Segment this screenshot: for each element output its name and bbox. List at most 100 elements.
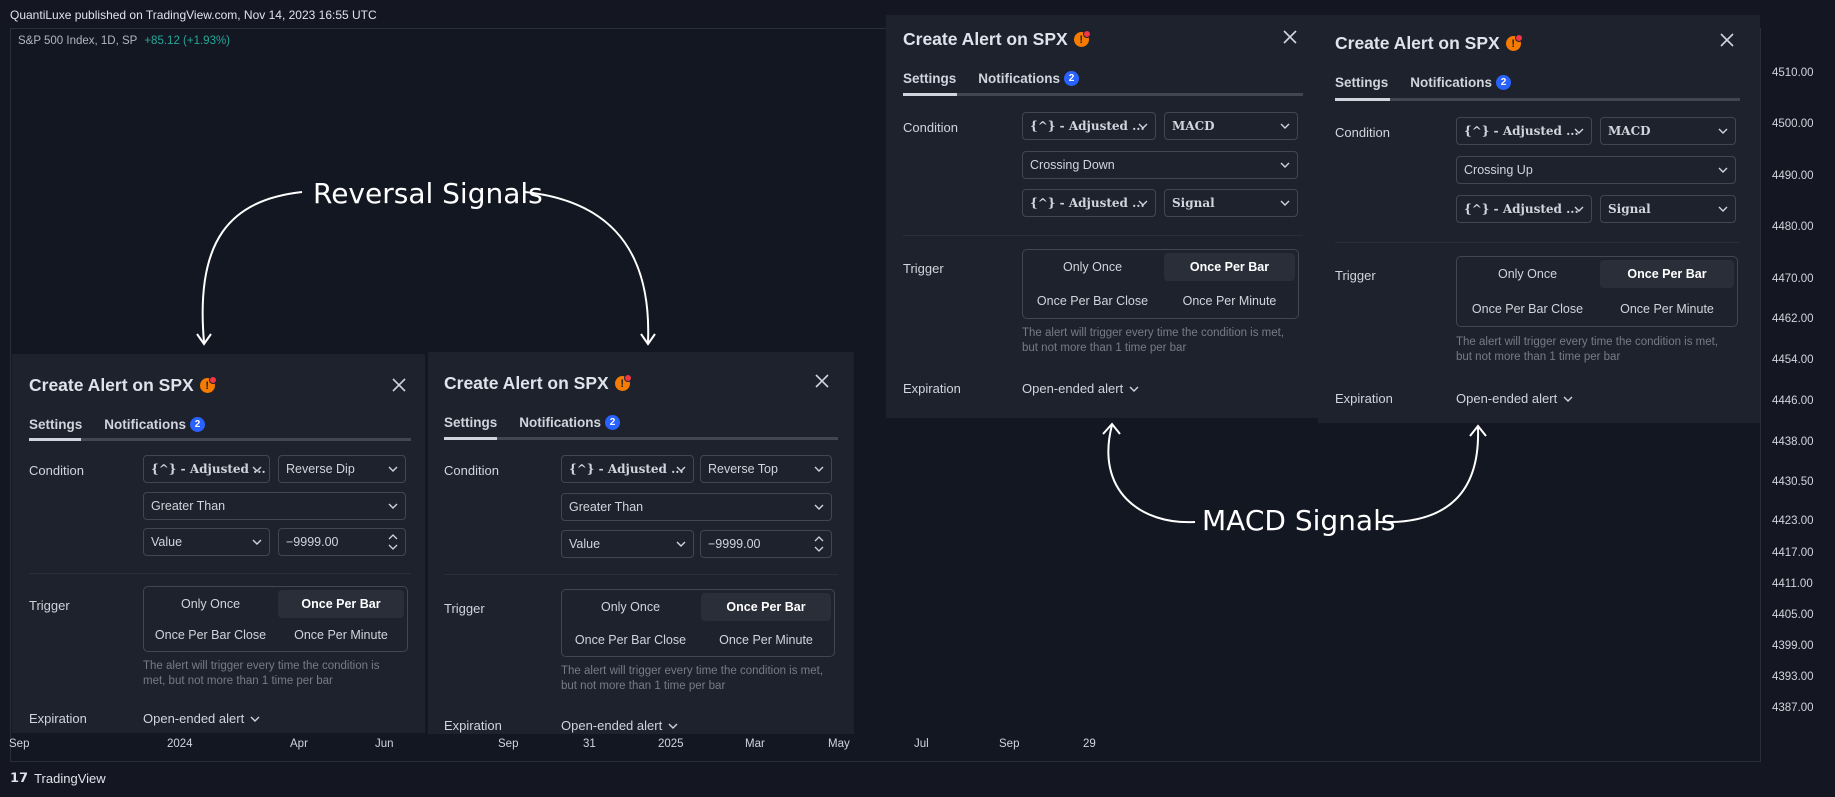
trigger-once-per-bar[interactable]: Once Per Bar bbox=[1164, 253, 1295, 281]
indicator-select[interactable]: MACD bbox=[1164, 112, 1298, 140]
trigger-once-per-minute[interactable]: Once Per Minute bbox=[1164, 287, 1295, 315]
trigger-once-per-bar[interactable]: Once Per Bar bbox=[278, 590, 404, 618]
chevron-down-icon bbox=[388, 466, 398, 472]
trigger-options: Only Once Once Per Bar Once Per Bar Clos… bbox=[1456, 256, 1738, 327]
trigger-options: Only Once Once Per Bar Once Per Bar Clos… bbox=[143, 586, 408, 652]
operator-select[interactable]: Greater Than bbox=[561, 493, 832, 521]
source2-select[interactable]: {^} - Adjusted ... bbox=[1022, 189, 1156, 217]
macd-signals-label: MACD Signals bbox=[1202, 504, 1396, 537]
value-type-select[interactable]: Value bbox=[561, 530, 694, 558]
trigger-only-once[interactable]: Only Once bbox=[565, 593, 696, 621]
expiration-select[interactable]: Open-ended alert bbox=[1456, 391, 1573, 406]
operator-select[interactable]: Greater Than bbox=[143, 492, 406, 520]
condition-label: Condition bbox=[444, 463, 499, 478]
expiration-label: Expiration bbox=[1335, 391, 1393, 406]
tab-notifications-label: Notifications bbox=[1410, 75, 1493, 90]
tab-notifications[interactable]: Notifications 2 bbox=[978, 71, 1080, 86]
chevron-down-icon bbox=[252, 539, 262, 545]
close-icon[interactable] bbox=[1281, 28, 1299, 46]
reversal-signals-label: Reversal Signals bbox=[313, 177, 543, 210]
tab-settings[interactable]: Settings bbox=[29, 417, 82, 432]
source2-select-value: {^} - Adjusted ... bbox=[1464, 202, 1579, 216]
source-select[interactable]: {^} - Adjusted ... bbox=[1022, 112, 1156, 140]
stepper-icon[interactable] bbox=[814, 535, 824, 553]
tab-notifications[interactable]: Notifications 2 bbox=[1410, 75, 1512, 90]
condition-label: Condition bbox=[1335, 125, 1390, 140]
operator-select-value: Greater Than bbox=[569, 500, 644, 514]
alert-dialog-macd-crossing-down[interactable]: Create Alert on SPX ! Settings Notificat… bbox=[886, 15, 1318, 418]
indicator-select-value: MACD bbox=[1172, 119, 1215, 133]
tab-notifications-label: Notifications bbox=[978, 71, 1061, 86]
trigger-only-once[interactable]: Only Once bbox=[147, 590, 274, 618]
operator-select[interactable]: Crossing Up bbox=[1456, 156, 1736, 184]
tab-settings[interactable]: Settings bbox=[903, 71, 956, 86]
value-input[interactable]: −9999.00 bbox=[700, 530, 832, 558]
operator-select[interactable]: Crossing Down bbox=[1022, 151, 1298, 179]
chevron-down-icon bbox=[1138, 200, 1148, 206]
source-select[interactable]: {^} - Adjusted ... bbox=[561, 455, 694, 483]
value-input-value: −9999.00 bbox=[708, 537, 761, 551]
indicator-select[interactable]: Reverse Top bbox=[700, 455, 832, 483]
indicator-select[interactable]: Reverse Dip bbox=[278, 455, 406, 483]
trigger-once-per-bar[interactable]: Once Per Bar bbox=[701, 593, 831, 621]
expiration-select[interactable]: Open-ended alert bbox=[1022, 381, 1139, 396]
indicator-select-value: Reverse Top bbox=[708, 462, 778, 476]
expiration-select[interactable]: Open-ended alert bbox=[561, 718, 678, 733]
trigger-once-per-bar-close[interactable]: Once Per Bar Close bbox=[565, 626, 696, 654]
trigger-label: Trigger bbox=[29, 598, 70, 613]
tab-underline bbox=[903, 93, 1303, 96]
close-icon[interactable] bbox=[390, 376, 408, 394]
indicator2-select[interactable]: Signal bbox=[1600, 195, 1736, 223]
source-select[interactable]: {^} - Adjusted ... bbox=[1456, 117, 1592, 145]
trigger-once-per-bar-close[interactable]: Once Per Bar Close bbox=[1026, 287, 1159, 315]
close-icon[interactable] bbox=[813, 372, 831, 390]
divider bbox=[903, 235, 1303, 236]
tab-notifications[interactable]: Notifications 2 bbox=[104, 417, 206, 432]
trigger-hint: The alert will trigger every time the co… bbox=[1456, 336, 1719, 363]
chevron-down-icon bbox=[1574, 128, 1584, 134]
alert-dialog-reverse-dip[interactable]: Create Alert on SPX ! Settings Notificat… bbox=[12, 354, 425, 733]
alert-dialog-macd-crossing-up[interactable]: Create Alert on SPX ! Settings Notificat… bbox=[1318, 15, 1760, 423]
notifications-badge: 2 bbox=[1496, 75, 1512, 90]
chevron-down-icon bbox=[1280, 162, 1290, 168]
chevron-down-icon bbox=[814, 504, 824, 510]
chevron-down-icon bbox=[1718, 167, 1728, 173]
tab-active-indicator bbox=[444, 437, 497, 440]
value-type-select[interactable]: Value bbox=[143, 528, 270, 556]
indicator2-select[interactable]: Signal bbox=[1164, 189, 1298, 217]
trigger-once-per-minute[interactable]: Once Per Minute bbox=[278, 621, 404, 649]
trigger-only-once[interactable]: Only Once bbox=[1026, 253, 1159, 281]
tab-notifications[interactable]: Notifications 2 bbox=[519, 415, 621, 430]
close-icon[interactable] bbox=[1718, 31, 1736, 49]
expiration-value: Open-ended alert bbox=[1456, 391, 1558, 406]
operator-select-value: Crossing Down bbox=[1030, 158, 1115, 172]
notifications-badge: 2 bbox=[1064, 71, 1080, 86]
trigger-once-per-bar-close[interactable]: Once Per Bar Close bbox=[1460, 295, 1595, 323]
dialog-title: Create Alert on SPX ! bbox=[444, 373, 632, 394]
source2-select[interactable]: {^} - Adjusted ... bbox=[1456, 195, 1592, 223]
tab-notifications-label: Notifications bbox=[519, 415, 602, 430]
chevron-down-icon bbox=[1129, 386, 1139, 392]
divider bbox=[1335, 242, 1740, 243]
trigger-once-per-minute[interactable]: Once Per Minute bbox=[1600, 295, 1734, 323]
stepper-icon[interactable] bbox=[388, 533, 398, 551]
chevron-down-icon bbox=[252, 466, 262, 472]
value-input[interactable]: −9999.00 bbox=[278, 528, 406, 556]
trigger-only-once[interactable]: Only Once bbox=[1460, 260, 1595, 288]
tab-settings[interactable]: Settings bbox=[1335, 75, 1388, 90]
expiration-select[interactable]: Open-ended alert bbox=[143, 711, 260, 726]
tab-settings[interactable]: Settings bbox=[444, 415, 497, 430]
alert-dialog-reverse-top[interactable]: Create Alert on SPX ! Settings Notificat… bbox=[428, 352, 854, 734]
trigger-once-per-bar[interactable]: Once Per Bar bbox=[1600, 260, 1734, 288]
divider bbox=[29, 573, 411, 574]
dialog-tabs: Settings Notifications 2 bbox=[444, 415, 621, 430]
source-select[interactable]: {^} - Adjusted ... bbox=[143, 455, 270, 483]
tab-underline bbox=[444, 437, 838, 440]
indicator-select[interactable]: MACD bbox=[1600, 117, 1736, 145]
source-select-value: {^} - Adjusted ... bbox=[569, 462, 684, 476]
source-select-value: {^} - Adjusted ... bbox=[151, 462, 266, 476]
trigger-once-per-bar-close[interactable]: Once Per Bar Close bbox=[147, 621, 274, 649]
trigger-once-per-minute[interactable]: Once Per Minute bbox=[701, 626, 831, 654]
chevron-down-icon bbox=[668, 723, 678, 729]
dialog-tabs: Settings Notifications 2 bbox=[903, 71, 1080, 86]
